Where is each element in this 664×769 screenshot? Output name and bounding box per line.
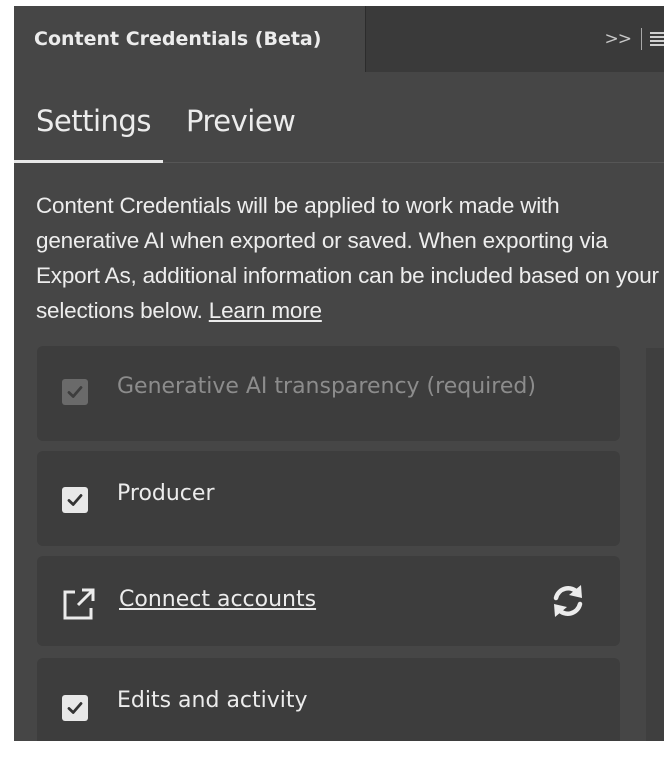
option-edits-and-activity[interactable]: Edits and activity bbox=[37, 658, 620, 741]
generative-ai-checkbox bbox=[62, 379, 88, 405]
header-divider bbox=[641, 28, 642, 50]
producer-checkbox[interactable] bbox=[62, 487, 88, 513]
refresh-icon[interactable] bbox=[548, 581, 588, 621]
producer-label: Producer bbox=[117, 481, 215, 506]
tab-bar: Settings Preview bbox=[14, 72, 664, 163]
scroll-area-edge bbox=[646, 348, 664, 741]
panel-tab-content-credentials[interactable]: Content Credentials (Beta) bbox=[14, 6, 366, 72]
header-tools: >> bbox=[605, 6, 664, 72]
edits-activity-checkbox[interactable] bbox=[62, 695, 88, 721]
content-credentials-panel: Content Credentials (Beta) >> Settings P… bbox=[14, 6, 664, 741]
external-link-icon[interactable] bbox=[61, 586, 97, 622]
learn-more-link[interactable]: Learn more bbox=[209, 298, 322, 323]
edits-activity-label: Edits and activity bbox=[117, 688, 308, 713]
tab-settings[interactable]: Settings bbox=[36, 104, 151, 138]
option-producer[interactable]: Producer bbox=[37, 451, 620, 546]
option-generative-ai-transparency: Generative AI transparency (required) bbox=[37, 346, 620, 441]
hamburger-menu-icon[interactable] bbox=[650, 32, 664, 46]
collapse-panel-icon[interactable]: >> bbox=[605, 29, 632, 49]
panel-header: Content Credentials (Beta) >> bbox=[14, 6, 664, 72]
connect-accounts-link[interactable]: Connect accounts bbox=[119, 587, 316, 612]
checkmark-icon bbox=[67, 494, 83, 506]
generative-ai-label: Generative AI transparency (required) bbox=[117, 374, 536, 399]
tab-preview[interactable]: Preview bbox=[186, 104, 296, 138]
description-body: Content Credentials will be applied to w… bbox=[36, 193, 659, 323]
option-connect-accounts: Connect accounts bbox=[37, 556, 620, 646]
active-tab-indicator bbox=[14, 160, 163, 163]
description-text: Content Credentials will be applied to w… bbox=[36, 188, 660, 328]
checkmark-icon bbox=[67, 386, 83, 398]
checkmark-icon bbox=[67, 702, 83, 714]
